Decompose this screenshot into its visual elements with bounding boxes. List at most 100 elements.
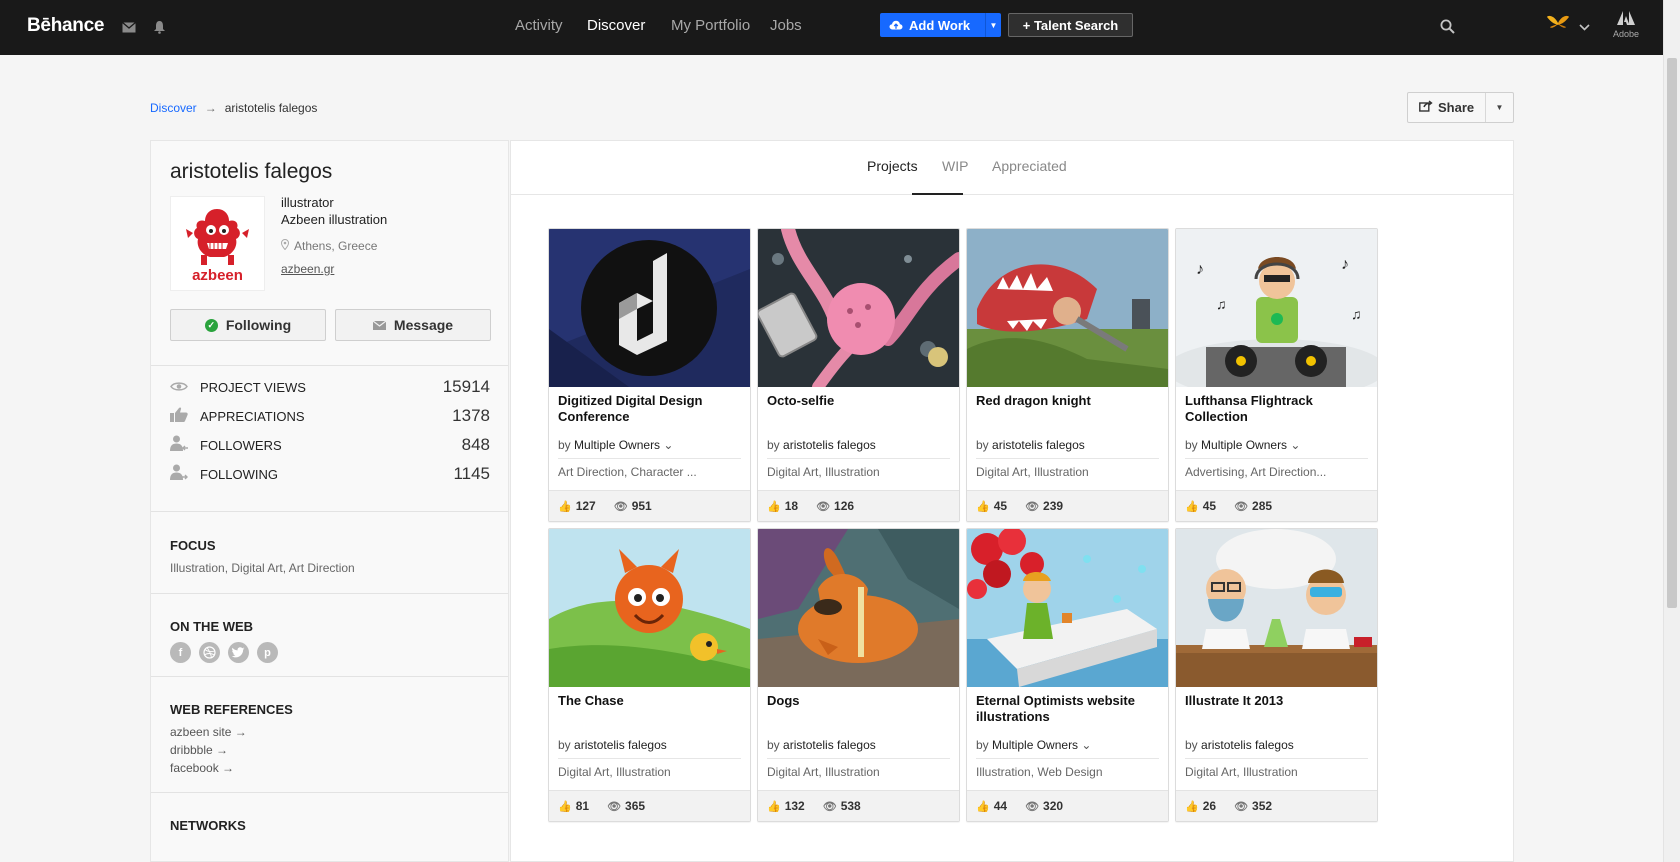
social-links: f p <box>170 642 278 663</box>
divider <box>151 511 508 512</box>
twitter-icon[interactable] <box>228 642 249 663</box>
project-fields: Advertising, Art Direction... <box>1185 465 1327 479</box>
project-stats: 👍 81 👁 365 <box>549 790 750 821</box>
behance-logo[interactable]: Bēhance <box>27 15 104 37</box>
project-card[interactable]: Octo-selfie by aristotelis falegos Digit… <box>757 228 960 522</box>
stat-following[interactable]: FOLLOWING 1145 <box>170 464 490 484</box>
web-reference-link[interactable]: azbeen site → <box>170 725 247 739</box>
project-owner[interactable]: by Multiple Owners ⌄ <box>976 738 1091 752</box>
caret-down-icon[interactable]: ▼ <box>985 13 1001 37</box>
adobe-menu[interactable]: Adobe <box>1611 11 1641 39</box>
bell-icon[interactable] <box>150 18 168 36</box>
svg-text:♪: ♪ <box>1196 261 1204 278</box>
project-title[interactable]: Red dragon knight <box>976 393 1162 409</box>
dribbble-icon[interactable] <box>199 642 220 663</box>
search-icon[interactable] <box>1437 16 1457 36</box>
message-button[interactable]: Message <box>335 309 491 341</box>
facebook-icon[interactable]: f <box>170 642 191 663</box>
talent-search-button[interactable]: + Talent Search <box>1008 13 1133 37</box>
profile-avatar[interactable]: azbeen <box>170 196 265 291</box>
chevron-down-icon: ⌄ <box>1290 438 1301 452</box>
by-label: by <box>1185 738 1198 752</box>
project-title[interactable]: Illustrate It 2013 <box>1185 693 1371 709</box>
nav-discover[interactable]: Discover <box>587 17 645 34</box>
project-title[interactable]: Dogs <box>767 693 953 709</box>
project-owner[interactable]: by aristotelis falegos <box>1185 738 1294 752</box>
project-fields: Digital Art, Illustration <box>767 765 880 779</box>
project-cover[interactable] <box>549 229 750 387</box>
owner-name[interactable]: aristotelis falegos <box>783 438 876 452</box>
project-cover[interactable] <box>1176 529 1377 687</box>
view-count: 365 <box>625 799 646 813</box>
share-label: Share <box>1438 100 1475 115</box>
mail-icon <box>372 317 387 333</box>
profile-meta: illustrator Azbeen illustration <box>281 194 387 228</box>
project-title[interactable]: Lufthansa Flightrack Collection <box>1185 393 1371 425</box>
project-card[interactable]: Digitized Digital Design Conference by M… <box>548 228 751 522</box>
divider <box>558 758 741 759</box>
project-cover[interactable] <box>967 529 1168 687</box>
tab-appreciated[interactable]: Appreciated <box>992 158 1067 174</box>
project-fields: Digital Art, Illustration <box>976 465 1089 479</box>
nav-my-portfolio[interactable]: My Portfolio <box>671 17 750 34</box>
owner-name[interactable]: aristotelis falegos <box>1201 738 1294 752</box>
project-title[interactable]: Digitized Digital Design Conference <box>558 393 744 425</box>
profile-website-link[interactable]: azbeen.gr <box>281 262 334 276</box>
project-cover[interactable] <box>758 229 959 387</box>
tab-projects[interactable]: Projects <box>867 158 918 174</box>
chevron-down-icon[interactable] <box>1575 18 1593 36</box>
web-reference-link[interactable]: dribbble → <box>170 743 228 757</box>
owner-name[interactable]: Multiple Owners <box>574 438 660 452</box>
view-count: 126 <box>834 499 855 513</box>
owner-name[interactable]: aristotelis falegos <box>992 438 1085 452</box>
owner-name[interactable]: Multiple Owners <box>1201 438 1287 452</box>
project-title[interactable]: The Chase <box>558 693 744 709</box>
project-owner[interactable]: by aristotelis falegos <box>767 738 876 752</box>
share-button[interactable]: Share ▼ <box>1407 92 1514 123</box>
breadcrumb-discover-link[interactable]: Discover <box>150 101 197 115</box>
project-owner[interactable]: by aristotelis falegos <box>558 738 667 752</box>
add-work-label: Add Work <box>909 17 971 33</box>
project-card[interactable]: Illustrate It 2013 by aristotelis falego… <box>1175 528 1378 822</box>
scrollbar-thumb[interactable] <box>1667 58 1677 608</box>
project-owner[interactable]: by Multiple Owners ⌄ <box>1185 438 1300 452</box>
pinterest-icon[interactable]: p <box>257 642 278 663</box>
mail-icon[interactable] <box>120 18 138 36</box>
project-card[interactable]: ♪ ♪ ♫ ♫ Lufthansa Flightrack Collection by … <box>1175 228 1378 522</box>
eye-icon: 👁 <box>1234 800 1249 813</box>
user-avatar[interactable] <box>1545 13 1571 39</box>
page-scrollbar[interactable] <box>1663 0 1680 862</box>
project-cover[interactable] <box>549 529 750 687</box>
project-card[interactable]: Dogs by aristotelis falegos Digital Art,… <box>757 528 960 822</box>
nav-activity[interactable]: Activity <box>515 17 563 34</box>
project-owner[interactable]: by aristotelis falegos <box>767 438 876 452</box>
project-owner[interactable]: by aristotelis falegos <box>976 438 1085 452</box>
owner-name[interactable]: aristotelis falegos <box>783 738 876 752</box>
stat-followers[interactable]: FOLLOWERS 848 <box>170 435 490 455</box>
project-title[interactable]: Octo-selfie <box>767 393 953 409</box>
following-button[interactable]: ✓ Following <box>170 309 326 341</box>
thumbs-up-icon: 👍 <box>1185 800 1199 813</box>
project-card[interactable]: Eternal Optimists website illustrations … <box>966 528 1169 822</box>
project-cover[interactable]: ♪ ♪ ♫ ♫ <box>1176 229 1377 387</box>
by-label: by <box>976 738 989 752</box>
eye-icon: 👁 <box>607 800 622 813</box>
project-stats: 👍 26 👁 352 <box>1176 790 1377 821</box>
project-fields: Art Direction, Character ... <box>558 465 697 479</box>
project-card[interactable]: Red dragon knight by aristotelis falegos… <box>966 228 1169 522</box>
project-owner[interactable]: by Multiple Owners ⌄ <box>558 438 673 452</box>
add-work-button[interactable]: Add Work ▼ <box>880 13 1001 37</box>
project-card[interactable]: The Chase by aristotelis falegos Digital… <box>548 528 751 822</box>
owner-name[interactable]: aristotelis falegos <box>574 738 667 752</box>
project-stats: 👍 127 👁 951 <box>549 490 750 521</box>
owner-name[interactable]: Multiple Owners <box>992 738 1078 752</box>
nav-jobs[interactable]: Jobs <box>770 17 802 34</box>
project-cover[interactable] <box>758 529 959 687</box>
tab-wip[interactable]: WIP <box>942 158 968 174</box>
web-reference-link[interactable]: facebook → <box>170 761 234 775</box>
caret-down-icon[interactable]: ▼ <box>1485 93 1513 122</box>
project-title[interactable]: Eternal Optimists website illustrations <box>976 693 1162 725</box>
location-pin-icon <box>280 238 290 253</box>
share-icon <box>1419 100 1433 115</box>
project-cover[interactable] <box>967 229 1168 387</box>
